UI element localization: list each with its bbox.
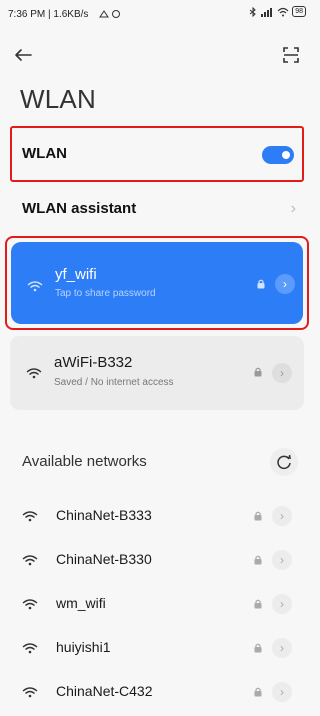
network-details-button[interactable]: › <box>272 550 292 570</box>
page-title: WLAN <box>20 84 96 114</box>
network-details-button[interactable]: › <box>275 274 295 294</box>
network-row[interactable]: wm_wifi › <box>0 582 314 626</box>
wifi-signal-icon <box>27 281 43 292</box>
chevron-right-icon: › <box>290 200 296 217</box>
lock-icon <box>254 643 262 653</box>
refresh-button[interactable] <box>270 448 298 476</box>
status-time-speed: 7:36 PM | 1.6KB/s <box>8 9 89 20</box>
lock-icon <box>254 511 262 521</box>
network-name: huiyishi1 <box>56 639 111 655</box>
network-name: ChinaNet-B333 <box>56 507 152 523</box>
lock-icon <box>254 687 262 697</box>
connected-network-highlight: yf_wifi Tap to share password › <box>5 236 309 330</box>
wlan-assistant-label: WLAN assistant <box>22 200 137 217</box>
wifi-signal-icon <box>22 687 38 698</box>
wlan-toggle-switch[interactable] <box>262 146 294 164</box>
battery-icon: 98 <box>292 6 306 17</box>
bluetooth-icon <box>249 6 256 17</box>
network-row[interactable]: huiyishi1 › <box>0 626 314 670</box>
network-name: wm_wifi <box>56 595 106 611</box>
status-icons-right: 98 <box>249 6 306 17</box>
available-networks-heading: Available networks <box>22 453 147 470</box>
wlan-toggle-row[interactable]: WLAN <box>10 126 304 182</box>
network-details-button[interactable]: › <box>272 363 292 383</box>
wlan-assistant-row[interactable]: WLAN assistant › <box>0 182 314 238</box>
connected-network-card[interactable]: yf_wifi Tap to share password › <box>11 242 303 324</box>
network-row[interactable]: ChinaNet-B333 › <box>0 494 314 538</box>
scan-qr-icon[interactable] <box>282 46 300 64</box>
wifi-signal-icon <box>22 643 38 654</box>
network-details-button[interactable]: › <box>272 506 292 526</box>
network-details-button[interactable]: › <box>272 594 292 614</box>
network-name: ChinaNet-B330 <box>56 551 152 567</box>
connected-network-name: yf_wifi <box>55 266 97 283</box>
wifi-signal-icon <box>26 368 42 379</box>
wifi-signal-icon <box>22 555 38 566</box>
network-row[interactable]: ChinaNet-B330 › <box>0 538 314 582</box>
saved-network-name: aWiFi-B332 <box>54 354 133 371</box>
network-row[interactable]: ChinaNet-C432 › <box>0 670 314 714</box>
lock-icon <box>254 599 262 609</box>
status-icons-left <box>98 9 122 22</box>
refresh-icon <box>277 454 291 470</box>
wlan-toggle-label: WLAN <box>22 145 67 162</box>
wifi-status-icon <box>277 7 289 16</box>
status-bar: 7:36 PM | 1.6KB/s 98 <box>0 0 314 26</box>
signal-icon <box>261 7 273 17</box>
wifi-signal-icon <box>22 511 38 522</box>
battery-level: 98 <box>295 8 303 15</box>
connected-network-subtitle: Tap to share password <box>55 288 156 299</box>
saved-network-subtitle: Saved / No internet access <box>54 377 174 388</box>
network-name: ChinaNet-C432 <box>56 683 153 699</box>
back-arrow-icon[interactable] <box>14 45 36 67</box>
lock-icon <box>257 279 265 289</box>
lock-icon <box>254 367 262 377</box>
notification-icons <box>99 10 120 18</box>
network-details-button[interactable]: › <box>272 638 292 658</box>
lock-icon <box>254 555 262 565</box>
wifi-signal-icon <box>22 599 38 610</box>
saved-network-card[interactable]: aWiFi-B332 Saved / No internet access › <box>10 336 304 410</box>
network-details-button[interactable]: › <box>272 682 292 702</box>
toggle-knob <box>282 151 290 159</box>
